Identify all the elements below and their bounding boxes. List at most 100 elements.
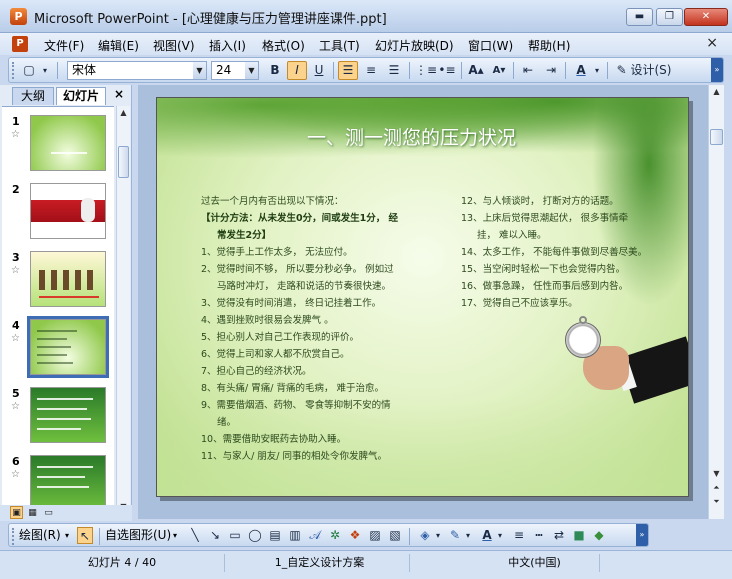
- thumbnail-scrollbar[interactable]: ▲ ▼: [116, 106, 130, 516]
- chevron-down-icon[interactable]: ▼: [245, 62, 258, 79]
- new-document-icon[interactable]: ▢: [19, 61, 39, 80]
- design-button[interactable]: ✎ 设计(S): [613, 61, 675, 80]
- select-arrow-icon[interactable]: ↖: [77, 527, 93, 544]
- fill-color-icon[interactable]: ◈: [417, 527, 433, 544]
- font-color-dropdown-icon[interactable]: ▾: [495, 527, 505, 544]
- line-style-icon[interactable]: ≡: [511, 527, 527, 544]
- menu-insert[interactable]: 插入(I): [209, 37, 246, 54]
- arrow-style-icon[interactable]: ⇄: [551, 527, 567, 544]
- slide-thumbnail[interactable]: [30, 387, 106, 443]
- maximize-button[interactable]: ❐: [656, 8, 683, 26]
- scroll-down-icon[interactable]: ▼: [709, 467, 724, 481]
- line-color-icon[interactable]: ✎: [447, 527, 463, 544]
- toolbar-options-icon[interactable]: »: [711, 58, 723, 82]
- italic-button[interactable]: I: [287, 61, 307, 80]
- shadow-icon[interactable]: ■: [571, 527, 587, 544]
- scrollbar-thumb[interactable]: [710, 129, 723, 145]
- 3d-style-icon[interactable]: ◆: [591, 527, 607, 544]
- panel-close-icon[interactable]: ×: [114, 87, 124, 101]
- slide-canvas[interactable]: 一、测一测您的压力状况 过去一个月内有否出现以下情况： 【计分方法：从未发生0分，…: [156, 97, 689, 497]
- font-name-select[interactable]: 宋体 ▼: [67, 61, 207, 80]
- autoshapes-button[interactable]: 自选图形(U): [105, 527, 171, 544]
- slide-thumbnail-row[interactable]: 3 ☆: [2, 251, 114, 315]
- decrease-indent-icon[interactable]: ⇤: [518, 61, 538, 80]
- scrollbar-thumb[interactable]: [118, 146, 129, 178]
- textbox-icon[interactable]: ▤: [267, 527, 283, 544]
- slide-text-left[interactable]: 过去一个月内有否出现以下情况： 【计分方法：从未发生0分，间或发生1分， 经常发生…: [201, 193, 431, 465]
- font-color-icon[interactable]: A: [479, 527, 495, 544]
- line-icon[interactable]: ╲: [187, 527, 203, 544]
- slide-thumbnail-row[interactable]: 2: [2, 183, 114, 247]
- draw-menu-button[interactable]: 绘图(R): [19, 527, 61, 544]
- design-template-status[interactable]: 1_自定义设计方案: [230, 554, 410, 572]
- toolbar-separator: [333, 62, 334, 79]
- toolbar-options-icon[interactable]: »: [636, 524, 648, 546]
- autoshapes-dropdown-icon[interactable]: ▾: [173, 527, 177, 544]
- tab-slides[interactable]: 幻灯片: [56, 87, 106, 105]
- menu-edit[interactable]: 编辑(E): [98, 37, 139, 54]
- toolbar-grip[interactable]: [12, 62, 15, 79]
- menu-view[interactable]: 视图(V): [153, 37, 195, 54]
- draw-dropdown-icon[interactable]: ▾: [65, 527, 69, 544]
- picture-icon[interactable]: ▨: [367, 527, 383, 544]
- insert-picture-icon[interactable]: ▧: [387, 527, 403, 544]
- slide-text-line: 【计分方法：从未发生0分，间或发生1分， 经: [201, 213, 399, 224]
- menu-tools[interactable]: 工具(T): [319, 37, 360, 54]
- slide-text-right[interactable]: 12、与人倾谈时， 打断对方的话题。 13、上床后觉得思潮起伏， 很多事情牵 挂， …: [461, 193, 686, 312]
- slide-thumbnail-selected[interactable]: [27, 316, 109, 378]
- normal-view-icon[interactable]: ▣: [10, 506, 23, 519]
- oval-icon[interactable]: ◯: [247, 527, 263, 544]
- close-button[interactable]: ✕: [684, 8, 728, 26]
- rectangle-icon[interactable]: ▭: [227, 527, 243, 544]
- scroll-up-icon[interactable]: ▲: [709, 85, 724, 99]
- slide-thumbnail-row[interactable]: 1 ☆: [2, 115, 114, 179]
- slide-title[interactable]: 一、测一测您的压力状况: [307, 123, 516, 150]
- menu-window[interactable]: 窗口(W): [468, 37, 513, 54]
- hand-stopwatch-image[interactable]: [565, 316, 688, 411]
- menu-format[interactable]: 格式(O): [262, 37, 305, 54]
- slide-thumbnail[interactable]: [30, 183, 106, 239]
- new-dropdown-icon[interactable]: ▾: [39, 61, 51, 80]
- increase-indent-icon[interactable]: ⇥: [541, 61, 561, 80]
- menu-file[interactable]: 文件(F): [44, 37, 84, 54]
- dash-style-icon[interactable]: ┅: [531, 527, 547, 544]
- menu-slideshow[interactable]: 幻灯片放映(D): [375, 37, 454, 54]
- bold-button[interactable]: B: [265, 61, 285, 80]
- slide-thumbnail-row[interactable]: 4 ☆: [2, 316, 114, 383]
- slide-thumbnail[interactable]: [30, 251, 106, 307]
- numbered-list-icon[interactable]: ⋮≡: [414, 61, 437, 80]
- tab-outline[interactable]: 大纲: [12, 87, 54, 105]
- document-close-button[interactable]: ×: [706, 35, 718, 51]
- font-size-select[interactable]: 24 ▼: [211, 61, 259, 80]
- increase-font-icon[interactable]: A▴: [466, 61, 486, 80]
- minimize-button[interactable]: ▬: [626, 8, 653, 26]
- clipart-icon[interactable]: ❖: [347, 527, 363, 544]
- line-color-dropdown-icon[interactable]: ▾: [463, 527, 473, 544]
- slide-thumbnail-row[interactable]: 5 ☆: [2, 387, 114, 451]
- previous-slide-icon[interactable]: ⏶: [709, 481, 724, 495]
- fill-color-dropdown-icon[interactable]: ▾: [433, 527, 443, 544]
- decrease-font-icon[interactable]: A▾: [489, 61, 509, 80]
- bullet-list-icon[interactable]: •≡: [437, 61, 457, 80]
- slide-scrollbar[interactable]: ▲ ▼ ⏶ ⏷: [708, 85, 724, 519]
- document-icon[interactable]: P: [12, 36, 28, 52]
- menu-help[interactable]: 帮助(H): [528, 37, 570, 54]
- align-center-icon[interactable]: ≡: [361, 61, 381, 80]
- chevron-down-icon[interactable]: ▼: [193, 62, 206, 79]
- align-right-icon[interactable]: ☰: [384, 61, 404, 80]
- wordart-icon[interactable]: 𝒜: [307, 527, 323, 544]
- font-color-dropdown-icon[interactable]: ▾: [591, 61, 603, 80]
- slideshow-view-icon[interactable]: ▭: [42, 506, 55, 519]
- slide-thumbnail[interactable]: [30, 115, 106, 171]
- font-color-icon[interactable]: A: [571, 61, 591, 80]
- scroll-up-icon[interactable]: ▲: [117, 106, 130, 120]
- diagram-icon[interactable]: ✲: [327, 527, 343, 544]
- next-slide-icon[interactable]: ⏷: [709, 495, 724, 509]
- underline-button[interactable]: U: [309, 61, 329, 80]
- vertical-textbox-icon[interactable]: ▥: [287, 527, 303, 544]
- toolbar-grip[interactable]: [12, 528, 15, 545]
- align-left-icon[interactable]: ☰: [338, 61, 358, 80]
- slide-sorter-view-icon[interactable]: ▦: [26, 506, 39, 519]
- slide-thumbnail[interactable]: [30, 455, 106, 511]
- arrow-icon[interactable]: ↘: [207, 527, 223, 544]
